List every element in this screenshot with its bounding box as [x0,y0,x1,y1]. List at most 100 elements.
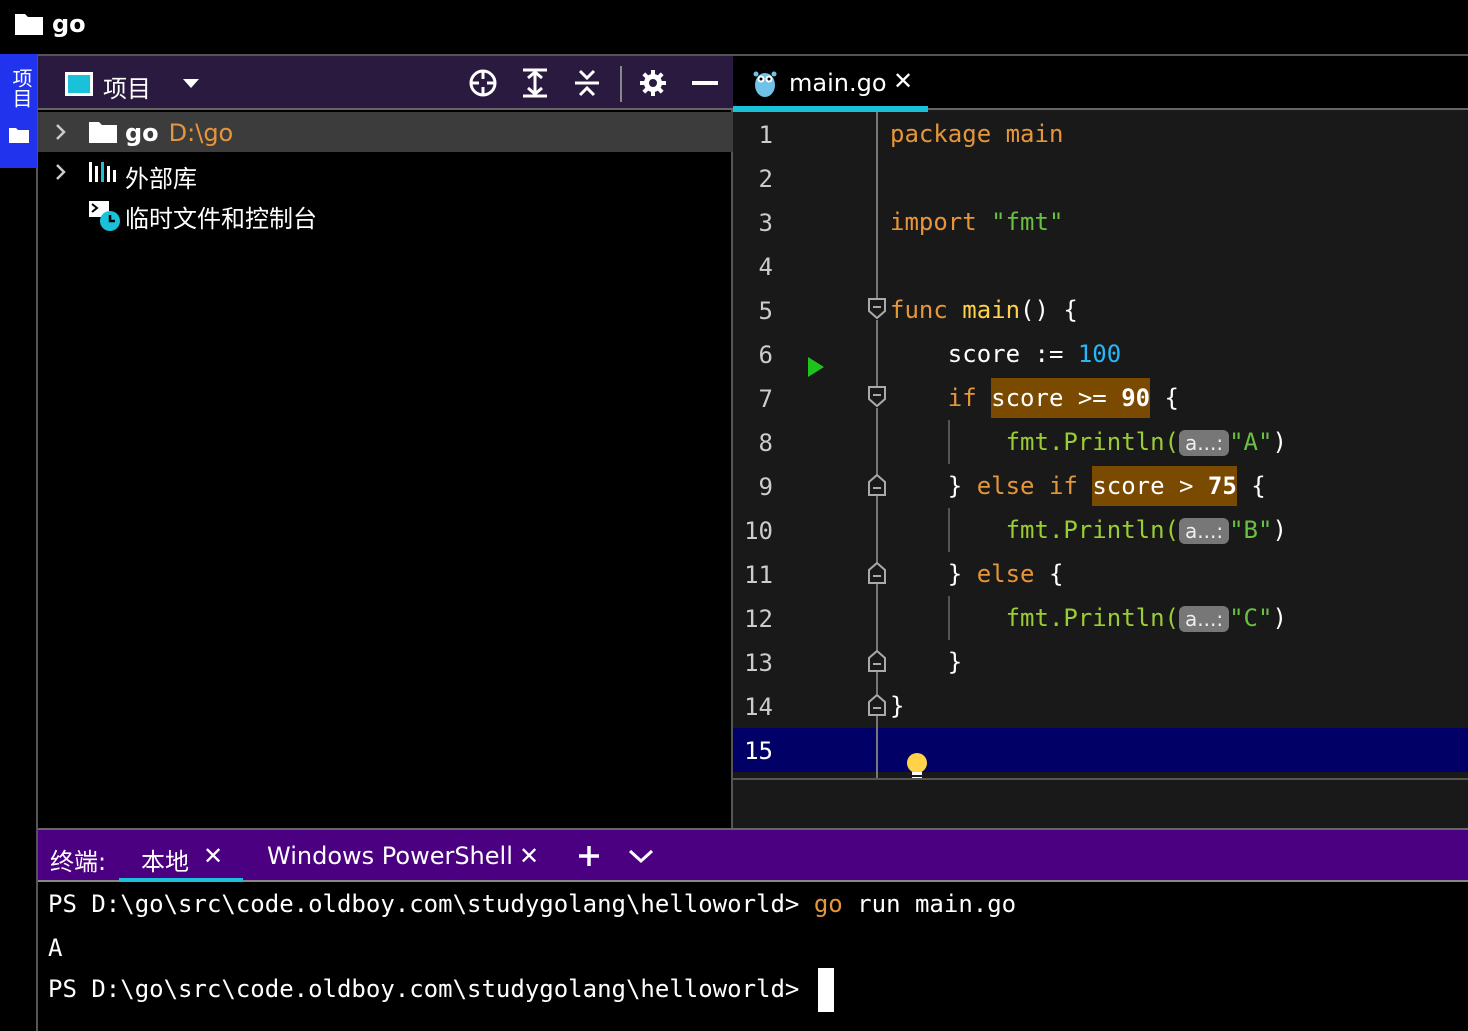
code-text: if score >= 90 { [890,378,1179,418]
line-number: 12 [744,605,773,633]
line-number: 14 [744,693,773,721]
tab-local[interactable]: 本地 ✕ [119,830,243,884]
tree-item-path: D:\go [168,119,234,147]
tab-main-go[interactable]: main.go ✕ [733,56,928,112]
tree-item-scratches[interactable]: 临时文件和控制台 [38,192,733,233]
code-text: func main() { [890,296,1078,324]
code-text: } else { [947,560,1064,588]
chevron-right-icon[interactable] [54,122,68,146]
gear-icon[interactable] [636,66,670,100]
project-toolbar: 项目 [38,54,733,110]
code-text: } else if score > 75 { [890,466,1266,506]
window-title: go [52,10,86,38]
current-code-line: 15 [733,728,1468,772]
folder-icon [14,12,44,40]
line-number: 15 [744,737,773,765]
project-view-icon [65,72,93,96]
terminal-output[interactable]: PS D:\go\src\code.oldboy.com\studygolang… [38,882,1468,1031]
close-icon[interactable]: ✕ [203,842,223,870]
fold-marker-icon[interactable] [868,693,886,716]
library-icon [88,160,118,188]
locate-file-icon[interactable] [466,66,500,100]
terminal-tab-label: 本地 [141,848,189,876]
tab-label: main.go [789,69,887,97]
code-line: 10 fmt.Println(a...: "B") [733,508,1468,552]
terminal-label: 终端: [50,848,107,876]
condition-highlight: score >= 90 [991,378,1151,418]
fold-marker-icon[interactable] [868,386,886,408]
line-number: 13 [744,649,773,677]
code-line: 8 fmt.Println(a...: "A") [733,420,1468,464]
code-text: import "fmt" [890,208,1064,236]
dropdown-arrow-icon[interactable] [174,66,208,100]
editor-bottom-area [733,778,1468,830]
code-text: score := 100 [947,340,1122,368]
code-text: } [890,692,905,720]
code-line: 9 } else if score > 75 { [733,464,1468,508]
tree-item-go[interactable]: go D:\go [38,112,733,152]
chevron-down-icon[interactable] [624,838,658,874]
editor-tab-bar: main.go ✕ [733,56,1468,112]
terminal-tab-bar: 终端: 本地 ✕ Windows PowerShell ✕ [38,828,1468,884]
code-line: 6 score := 100 [733,332,1468,376]
tree-item-external-libraries[interactable]: 外部库 [38,152,733,193]
folder-icon [88,120,118,148]
line-number: 6 [758,341,773,369]
terminal-line: PS D:\go\src\code.oldboy.com\studygolang… [48,890,1017,918]
chevron-right-icon[interactable] [54,162,68,186]
line-number: 2 [758,165,773,193]
line-number: 7 [758,385,773,413]
project-tool-tab-label: 项目 [9,68,33,108]
line-number: 1 [758,121,773,149]
fold-marker-icon[interactable] [868,473,886,496]
parameter-hint: a...: [1179,430,1230,456]
indent-guide [948,508,950,552]
code-line: 5 func main() { [733,288,1468,332]
folder-icon [8,126,30,148]
code-text: } [947,648,963,676]
tool-window-strip: 项目 [0,54,38,1031]
tab-windows-powershell[interactable]: Windows PowerShell ✕ [253,830,543,882]
fold-marker-icon[interactable] [868,649,886,672]
editor: main.go ✕ 1 package main 2 3 import "fmt" … [733,54,1468,830]
line-number: 4 [758,253,773,281]
scratch-icon [88,200,122,236]
code-line: 1 package main [733,112,1468,156]
parameter-hint: a...: [1179,518,1230,544]
indent-guide [948,596,950,640]
tree-item-label: 临时文件和控制台 [125,205,317,233]
collapse-all-icon[interactable] [570,66,604,100]
hide-panel-icon[interactable] [688,66,722,100]
code-line: 11 } else { [733,552,1468,596]
code-area[interactable]: 1 package main 2 3 import "fmt" 4 5 func ma… [733,112,1468,780]
terminal-line: A [48,934,63,962]
close-icon[interactable]: ✕ [519,842,539,870]
title-bar: go [0,0,1468,54]
terminal-line: PS D:\go\src\code.oldboy.com\studygolang… [48,968,834,1012]
project-view-selector[interactable]: 项目 [103,69,151,104]
line-number: 9 [758,473,773,501]
terminal-cursor [817,968,834,1012]
condition-highlight: score > 75 [1092,466,1237,506]
line-number: 8 [758,429,773,457]
fold-marker-icon[interactable] [868,298,886,320]
code-line: 4 [733,244,1468,288]
line-number: 5 [758,297,773,325]
close-icon[interactable]: ✕ [893,67,913,95]
run-gutter-icon[interactable] [807,356,825,384]
gopher-icon [753,68,777,102]
line-number: 11 [744,561,773,589]
expand-all-icon[interactable] [518,66,552,100]
code-line: 7 if score >= 90 { [733,376,1468,420]
fold-marker-icon[interactable] [868,561,886,584]
code-line: 13 } [733,640,1468,684]
code-text: package main [890,120,1064,148]
tree-item-label: 外部库 [125,165,197,193]
parameter-hint: a...: [1179,606,1230,632]
project-tool-tab[interactable]: 项目 [0,54,37,168]
tree-item-name: go [125,119,159,147]
indent-guide [948,420,950,464]
code-line: 14} [733,684,1468,728]
project-panel: 项目 go D:\go 外部库 临时文件和控制台 [38,54,733,828]
plus-icon[interactable] [572,838,606,874]
